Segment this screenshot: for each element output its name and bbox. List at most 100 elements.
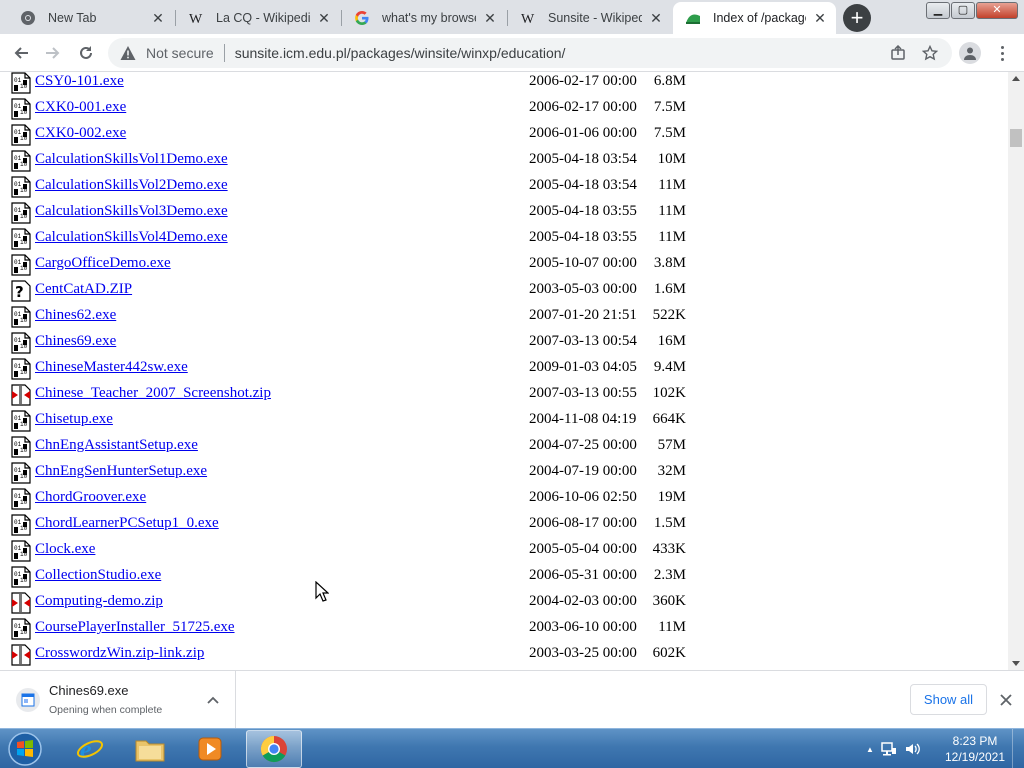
close-tab-icon[interactable]: ✕ xyxy=(482,10,498,26)
file-link[interactable]: CSY0-101.exe xyxy=(35,73,124,90)
file-link[interactable]: Clock.exe xyxy=(35,541,95,558)
file-size: 57M xyxy=(657,437,686,453)
file-date: 2007-01-20 21:51 xyxy=(529,307,637,323)
file-row: 01 10 Chines62.exe 2007-01-20 21:51 522K xyxy=(0,304,1008,330)
file-size: 11M xyxy=(658,177,686,193)
binary-file-icon: 01 10 xyxy=(11,332,31,354)
show-desktop-button[interactable] xyxy=(1012,729,1024,768)
security-status[interactable]: Not secure xyxy=(146,45,214,61)
file-size: 1.5M xyxy=(653,515,686,531)
file-size: 32M xyxy=(657,463,686,479)
file-link[interactable]: Computing-demo.zip xyxy=(35,593,163,610)
file-link[interactable]: CalculationSkillsVol3Demo.exe xyxy=(35,203,228,220)
file-link[interactable]: Chines69.exe xyxy=(35,333,116,350)
network-icon[interactable] xyxy=(880,741,898,757)
file-row: CrosswordzWin.zip-link.zip 2003-03-25 00:… xyxy=(0,642,1008,668)
file-link[interactable]: CXK0-001.exe xyxy=(35,99,126,116)
close-tab-icon[interactable]: ✕ xyxy=(316,10,332,26)
file-date: 2004-07-25 00:00 xyxy=(529,437,637,453)
chevron-up-icon[interactable] xyxy=(205,692,221,708)
vertical-scrollbar[interactable] xyxy=(1008,72,1024,670)
file-date: 2006-02-17 00:00 xyxy=(529,99,637,115)
file-link[interactable]: ChordGroover.exe xyxy=(35,489,146,506)
reload-button[interactable] xyxy=(73,41,99,65)
file-row: 01 10 CalculationSkillsVol3Demo.exe 2005-04… xyxy=(0,200,1008,226)
back-button[interactable] xyxy=(8,41,34,65)
chrome-menu-button[interactable] xyxy=(993,42,1011,64)
file-row: 01 10 ChordGroover.exe 2006-10-06 02:50 19M xyxy=(0,486,1008,512)
file-row: 01 10 CSY0-101.exe 2006-02-17 00:00 6.8M xyxy=(0,72,1008,96)
tab-new-tab[interactable]: New Tab ✕ xyxy=(8,2,174,34)
file-size: 602K xyxy=(652,645,686,661)
file-link[interactable]: CrosswordzWin.zip-link.zip xyxy=(35,645,204,662)
minimize-button[interactable]: ▁ xyxy=(926,2,950,19)
taskbar-chrome[interactable] xyxy=(246,730,302,768)
file-row: 01 10 ChordLearnerPCSetup1_0.exe 2006-08-17… xyxy=(0,512,1008,538)
download-item[interactable]: Chines69.exe Opening when complete xyxy=(0,671,236,728)
file-link[interactable]: CargoOfficeDemo.exe xyxy=(35,255,171,272)
scroll-down-arrow[interactable] xyxy=(1012,661,1020,666)
close-window-button[interactable]: ✕ xyxy=(976,2,1018,19)
file-link[interactable]: ChordLearnerPCSetup1_0.exe xyxy=(35,515,219,532)
volume-icon[interactable] xyxy=(904,741,922,757)
file-date: 2005-10-07 00:00 xyxy=(529,255,637,271)
file-link[interactable]: Chinese_Teacher_2007_Screenshot.zip xyxy=(35,385,271,402)
start-button[interactable] xyxy=(5,730,45,768)
tab-la-cq-wikipedia[interactable]: W La CQ - Wikipedia ✕ xyxy=(176,2,340,34)
new-tab-button[interactable]: + xyxy=(843,4,871,32)
warning-icon[interactable] xyxy=(120,45,136,61)
file-link[interactable]: ChnEngAssistantSetup.exe xyxy=(35,437,198,454)
profile-button[interactable] xyxy=(959,42,981,64)
file-link[interactable]: CalculationSkillsVol1Demo.exe xyxy=(35,151,228,168)
scroll-up-arrow[interactable] xyxy=(1012,76,1020,81)
close-tab-icon[interactable]: ✕ xyxy=(648,10,664,26)
maximize-button[interactable]: ▢ xyxy=(951,2,975,19)
taskbar-internet-explorer[interactable]: e xyxy=(62,730,118,768)
tab-index-of-packages[interactable]: Index of /packages ✕ xyxy=(673,2,836,34)
file-size: 16M xyxy=(657,333,686,349)
url-text[interactable]: sunsite.icm.edu.pl/packages/winsite/winx… xyxy=(235,45,566,61)
file-row: 01 10 Chines69.exe 2007-03-13 00:54 16M xyxy=(0,330,1008,356)
chrome-icon xyxy=(260,735,287,763)
download-file-name: Chines69.exe xyxy=(49,683,129,698)
tray-expand-arrow-icon[interactable]: ▲ xyxy=(866,745,874,754)
share-icon[interactable] xyxy=(890,45,906,61)
close-tab-icon[interactable]: ✕ xyxy=(150,10,166,26)
mouse-cursor-icon xyxy=(315,581,329,602)
svg-text:?: ? xyxy=(15,283,24,301)
taskbar-file-explorer[interactable] xyxy=(122,730,178,768)
svg-text:e: e xyxy=(80,735,92,764)
file-link[interactable]: CalculationSkillsVol4Demo.exe xyxy=(35,229,228,246)
taskbar-media-player[interactable] xyxy=(182,730,238,768)
file-explorer-icon xyxy=(135,740,165,762)
tab-whats-my-browser[interactable]: what's my browser ✕ xyxy=(342,2,506,34)
show-all-button[interactable]: Show all xyxy=(910,684,987,715)
file-link[interactable]: Chines62.exe xyxy=(35,307,116,324)
file-link[interactable]: CoursePlayerInstaller_51725.exe xyxy=(35,619,235,636)
file-link[interactable]: CollectionStudio.exe xyxy=(35,567,161,584)
close-tab-icon[interactable]: ✕ xyxy=(812,10,828,26)
file-link[interactable]: Chisetup.exe xyxy=(35,411,113,428)
compressed-file-icon xyxy=(11,592,31,614)
scrollbar-thumb[interactable] xyxy=(1010,129,1022,147)
tab-sunsite-wikipedia[interactable]: W Sunsite - Wikipedia ✕ xyxy=(508,2,672,34)
bookmark-star-icon[interactable] xyxy=(922,45,938,61)
file-row: 01 10 Chisetup.exe 2004-11-08 04:19 664K xyxy=(0,408,1008,434)
file-row: 01 10 CalculationSkillsVol4Demo.exe 2005-04… xyxy=(0,226,1008,252)
file-link[interactable]: CentCatAD.ZIP xyxy=(35,281,132,298)
file-link[interactable]: CalculationSkillsVol2Demo.exe xyxy=(35,177,228,194)
binary-file-icon: 01 10 xyxy=(11,436,31,458)
file-size: 6.8M xyxy=(653,73,686,89)
close-icon[interactable] xyxy=(997,691,1015,709)
file-link[interactable]: CXK0-002.exe xyxy=(35,125,126,142)
address-bar[interactable]: Not secure sunsite.icm.edu.pl/packages/w… xyxy=(108,38,952,68)
forward-arrow-icon xyxy=(46,47,60,59)
executable-file-icon xyxy=(16,688,40,712)
file-link[interactable]: ChnEngSenHunterSetup.exe xyxy=(35,463,207,480)
forward-button[interactable] xyxy=(40,41,66,65)
internet-explorer-icon: e xyxy=(76,735,104,764)
file-date: 2006-02-17 00:00 xyxy=(529,73,637,89)
file-link[interactable]: ChineseMaster442sw.exe xyxy=(35,359,188,376)
system-clock[interactable]: 8:23 PM 12/19/2021 xyxy=(944,733,1006,765)
compressed-file-icon xyxy=(11,384,31,406)
